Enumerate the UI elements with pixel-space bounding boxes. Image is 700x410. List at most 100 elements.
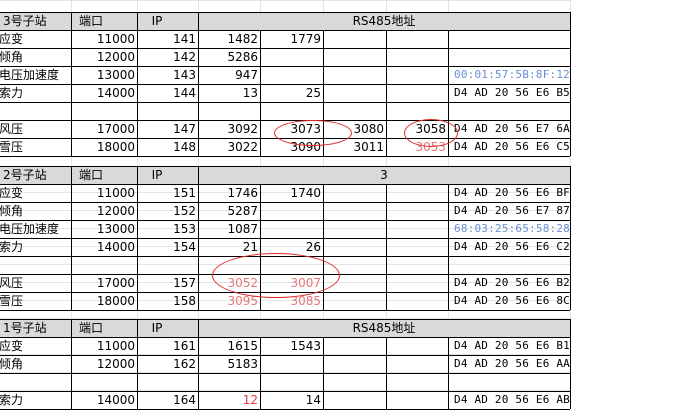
value-cell: 1740 — [290, 186, 321, 200]
mac-address-cell: D4 AD 20 56 E6 BF — [454, 186, 570, 199]
value-cell: 5287 — [227, 204, 258, 218]
mac-address-cell: D4 AD 20 56 E6 C2 — [454, 240, 570, 253]
value-cell — [386, 48, 448, 66]
value-cell — [323, 337, 386, 355]
value-cell — [260, 220, 323, 238]
highlight-oval — [404, 119, 458, 147]
border-h — [0, 183, 570, 185]
port-cell: 12000 — [96, 50, 135, 64]
station-header-label: 2号子站 — [3, 168, 47, 182]
border-h — [0, 336, 570, 338]
value-cell: 1746 — [227, 186, 258, 200]
border-h — [0, 11, 570, 13]
sensor-label: 电压加速度 — [0, 68, 60, 82]
border-v — [71, 319, 72, 409]
port-header: 端口 — [78, 168, 103, 182]
port-cell: 18000 — [96, 140, 135, 154]
border-v — [323, 337, 324, 409]
mac-address-cell — [448, 256, 570, 274]
value-cell — [198, 373, 260, 391]
port-cell: 14000 — [96, 240, 135, 254]
value-cell — [323, 292, 386, 310]
border-h — [0, 318, 570, 320]
port-cell: 17000 — [96, 276, 135, 290]
ip-cell: 154 — [173, 240, 196, 254]
border-h — [0, 65, 570, 67]
border-v — [137, 319, 138, 409]
sensor-label — [0, 102, 71, 120]
value-cell: 13 — [242, 86, 258, 100]
mac-address-cell: D4 AD 20 56 E6 B2 — [454, 276, 570, 289]
rs485-address-header: RS485地址 — [352, 14, 416, 28]
value-cell: 25 — [305, 86, 321, 100]
value-cell: 21 — [242, 240, 258, 254]
value-cell — [386, 391, 448, 409]
highlight-oval — [274, 120, 352, 146]
ip-cell: 164 — [173, 393, 196, 407]
mac-address-cell: 00:01:57:5B:8F:12 — [454, 68, 570, 81]
value-cell — [260, 102, 323, 120]
value-cell — [323, 30, 386, 48]
value-cell — [323, 184, 386, 202]
port-cell: 11000 — [96, 32, 135, 46]
rs485-address-header: RS485地址 — [352, 321, 416, 335]
sensor-label: 倾角 — [0, 50, 24, 64]
mac-address-cell: D4 AD 20 56 E6 B5 — [454, 86, 570, 99]
border-v — [386, 337, 387, 409]
sensor-label: 电压加速度 — [0, 222, 60, 236]
border-v — [71, 12, 72, 156]
border-h — [0, 165, 570, 167]
border-v — [260, 337, 261, 409]
border-v — [137, 166, 138, 310]
value-cell — [323, 391, 386, 409]
border-v — [448, 337, 449, 409]
value-cell: 12 — [242, 393, 258, 407]
border-h — [0, 390, 570, 392]
value-cell: 3022 — [227, 140, 258, 154]
ip-header: IP — [151, 321, 163, 335]
sensor-label: 索力 — [0, 240, 24, 254]
mac-address-cell: D4 AD 20 56 E6 C5 — [454, 140, 570, 153]
value-cell: 1779 — [290, 32, 321, 46]
mac-address-cell — [448, 48, 570, 66]
border-h — [0, 309, 570, 311]
value-cell — [260, 48, 323, 66]
value-cell: 5183 — [227, 357, 258, 371]
border-v — [570, 12, 571, 156]
mac-address-cell: D4 AD 20 56 E6 B1 — [454, 339, 570, 352]
port-cell — [71, 373, 137, 391]
station-header-label: 3号子站 — [3, 14, 47, 28]
value-cell — [386, 184, 448, 202]
port-header: 端口 — [78, 321, 103, 335]
value-cell — [198, 102, 260, 120]
mac-address-cell — [448, 30, 570, 48]
port-cell: 14000 — [96, 393, 135, 407]
border-v — [198, 319, 199, 409]
mac-address-cell: D4 AD 20 56 E7 6A — [454, 122, 570, 135]
border-v — [386, 30, 387, 156]
ip-cell: 144 — [173, 86, 196, 100]
value-cell — [386, 66, 448, 84]
value-cell — [323, 220, 386, 238]
mac-address-cell: D4 AD 20 56 E7 87 — [454, 204, 570, 217]
value-cell — [386, 256, 448, 274]
value-cell — [260, 355, 323, 373]
ip-cell: 147 — [173, 122, 196, 136]
value-cell — [386, 220, 448, 238]
border-h — [0, 47, 570, 49]
ip-cell: 161 — [173, 339, 196, 353]
border-h — [0, 408, 570, 410]
port-cell: 14000 — [96, 86, 135, 100]
value-cell — [323, 373, 386, 391]
value-cell — [386, 337, 448, 355]
value-cell — [386, 84, 448, 102]
value-cell — [323, 102, 386, 120]
border-v — [386, 184, 387, 310]
port-cell: 18000 — [96, 294, 135, 308]
value-cell: 3092 — [227, 122, 258, 136]
sensor-label: 应变 — [0, 186, 24, 200]
ip-cell: 157 — [173, 276, 196, 290]
mac-address-cell: 68:03:25:65:58:28 — [454, 222, 570, 235]
gridline-h — [0, 0, 570, 1]
border-h — [0, 354, 570, 356]
